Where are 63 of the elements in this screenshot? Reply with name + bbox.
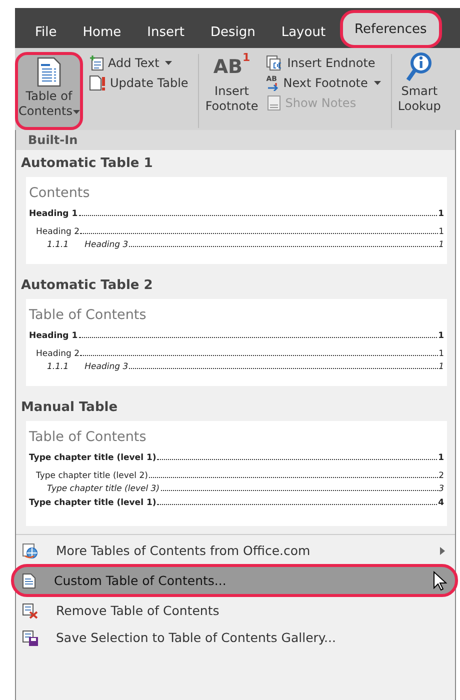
arrow-icon	[266, 83, 280, 91]
save-icon	[22, 630, 38, 646]
gallery-title: Automatic Table 2	[20, 277, 154, 295]
page-number: 3	[438, 484, 444, 494]
page-number: 1	[438, 209, 444, 219]
page-number: 1	[438, 227, 444, 237]
tab[interactable]: Insert	[135, 16, 196, 48]
menu-header: Built-In	[16, 130, 455, 150]
smart-lookup-button[interactable]: Smart Lookup	[396, 52, 443, 130]
search-icon	[405, 52, 434, 84]
entry-text: Heading 1	[29, 209, 78, 219]
menu-item[interactable]: More Tables of Contents from Office.com	[16, 537, 455, 564]
update-table-icon	[89, 75, 107, 91]
gallery-preview[interactable]: Contents Heading 1 1 Heading 2 1 1.1.1 Heading 3 1	[26, 177, 447, 264]
add-text-icon	[89, 55, 105, 71]
tab[interactable]: Layout	[269, 16, 338, 48]
menu-item[interactable]: Remove Table of Contents	[16, 597, 455, 624]
page-number: 4	[438, 498, 444, 508]
document-icon	[35, 55, 63, 89]
entry-text: Type chapter title (level 2)	[36, 471, 148, 481]
gallery-preview[interactable]: Table of Contents Heading 1 1 Heading 2 1 1.1.1 Heading 3 1	[26, 299, 447, 386]
globe-icon	[22, 542, 38, 558]
entry-text: Type chapter title (level 3)	[47, 484, 160, 494]
entry-text: Type chapter title (level 1)	[29, 453, 156, 463]
preview-title: Table of Contents	[29, 307, 148, 323]
entry-text: Heading 1	[29, 331, 78, 341]
entry-text: Heading 3	[84, 240, 128, 250]
mouse-pointer-icon	[433, 571, 447, 591]
menu-item-label: Custom Table of Contents...	[54, 573, 226, 588]
entry-number: 1.1.1	[47, 362, 69, 372]
table-of-contents-button[interactable]: Table of Contents	[15, 52, 83, 130]
entry-text: Heading 3	[84, 362, 128, 372]
caret-icon	[72, 110, 80, 115]
page-number: 1	[438, 362, 444, 372]
remove-icon	[22, 602, 38, 618]
page-number: 2	[438, 471, 444, 481]
show-notes-icon	[266, 95, 282, 111]
entry-text: Heading 2	[36, 349, 80, 359]
entry-text: Heading 2	[36, 227, 80, 237]
gallery-title: Manual Table	[20, 399, 119, 417]
gallery-preview[interactable]: Table of Contents Type chapter title (level 1) 1 Type chapter title (level 2) 2 Type chapter title (level 3) 3 Type chapter title (level 1) 4	[26, 421, 447, 526]
ribbon-button[interactable]: Insert Endnote	[264, 54, 383, 72]
page-number: 1	[438, 349, 444, 359]
menu-item-label: Remove Table of Contents	[56, 603, 220, 618]
gallery-title: Automatic Table 1	[20, 155, 154, 173]
page-number: 1	[438, 453, 444, 463]
entry-text: Type chapter title (level 1)	[29, 498, 156, 508]
menu-item[interactable]: Custom Table of Contents...	[11, 564, 458, 597]
tab[interactable]: Home	[70, 16, 134, 48]
page-number: 1	[438, 331, 444, 341]
tab[interactable]: File	[23, 16, 69, 48]
ribbon-button[interactable]: Update Table	[87, 74, 190, 92]
page-number: 1	[438, 240, 444, 250]
entry-number: 1.1.1	[47, 240, 69, 250]
menu-item-label: More Tables of Contents from Office.com	[56, 543, 310, 558]
tab[interactable]: References	[340, 10, 442, 48]
document-icon	[22, 572, 36, 588]
preview-title: Contents	[29, 185, 91, 201]
menu-item-label: Save Selection to Table of Contents Gallery...	[56, 630, 336, 645]
preview-title: Table of Contents	[29, 429, 148, 445]
tab[interactable]: Design	[198, 16, 268, 48]
ribbon-button[interactable]: Add Text	[87, 54, 190, 72]
menu-item[interactable]: Save Selection to Table of Contents Gallery...	[16, 624, 455, 651]
